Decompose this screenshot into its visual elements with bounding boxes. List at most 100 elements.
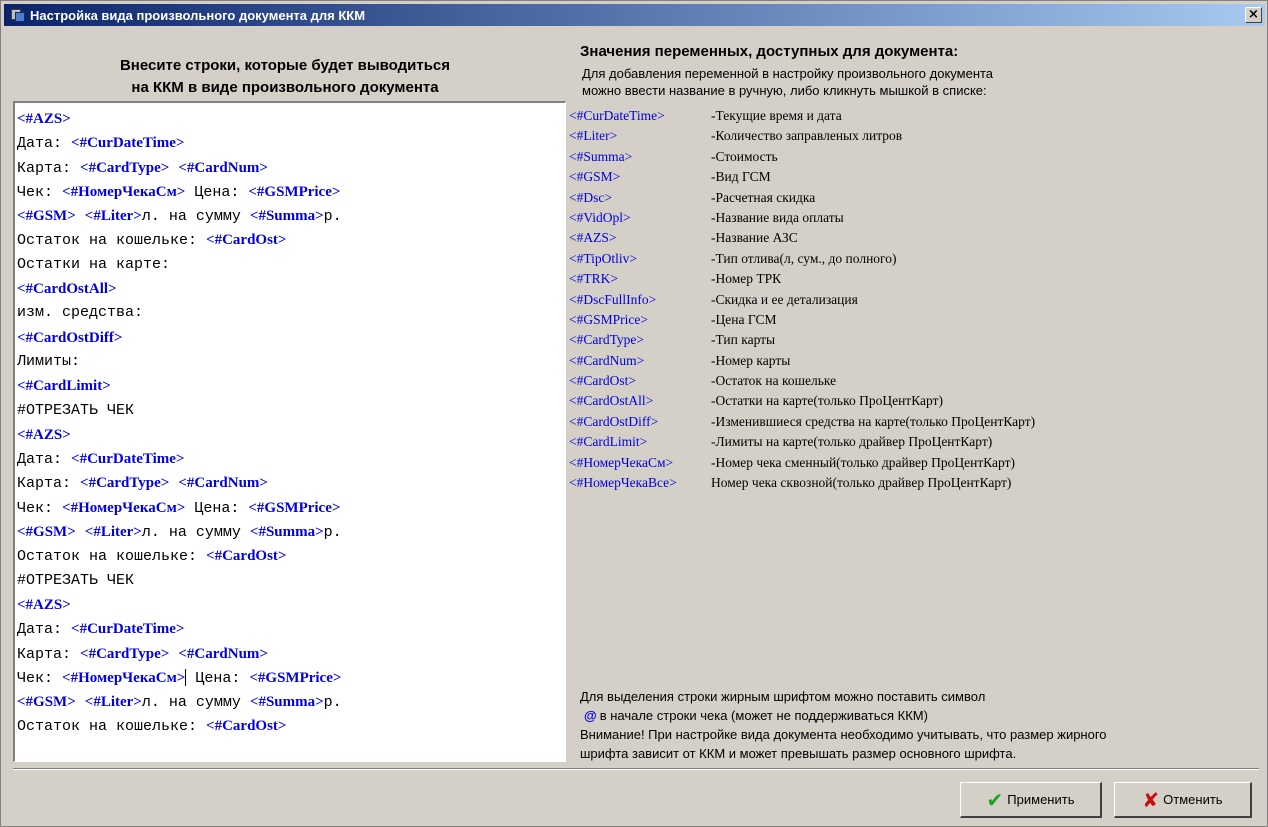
variable-description: -Вид ГСМ: [711, 169, 771, 185]
editor-line[interactable]: <#GSM> <#Liter>л. на сумму <#Summa>р.: [17, 520, 565, 544]
variables-list[interactable]: <#CurDateTime> -Текущие время и дата <#Lit…: [569, 106, 1259, 493]
variable-token: <#CardType>: [80, 475, 170, 492]
document-template-editor[interactable]: <#AZS> Дата: <#CurDateTime> Карта: <#CardT…: [13, 101, 566, 762]
cancel-button[interactable]: ✘ Отменить: [1114, 782, 1252, 818]
variable-description: -Количество заправленых литров: [711, 128, 903, 144]
editor-text: Дата:: [17, 451, 72, 469]
variable-item[interactable]: <#CardOstAll> -Остатки на карте(только Пр…: [569, 391, 1259, 411]
editor-line[interactable]: Карта: <#CardType> <#CardNum>: [17, 156, 565, 180]
variable-item[interactable]: <#Liter> -Количество заправленых литров: [569, 126, 1259, 146]
variable-description: -Стоимость: [711, 148, 778, 164]
editor-text: Карта:: [17, 159, 81, 177]
variable-item[interactable]: <#CardLimit> -Лимиты на карте(только драй…: [569, 432, 1259, 452]
variable-description: -Расчетная скидка: [711, 189, 816, 205]
variable-item[interactable]: <#AZS> -Название АЗС: [569, 228, 1259, 248]
variable-name: <#CurDateTime>: [569, 108, 665, 123]
editor-text: Карта:: [17, 475, 81, 493]
editor-line[interactable]: Дата: <#CurDateTime>: [17, 131, 565, 155]
variables-instructions-line2: можно ввести название в ручную, либо кли…: [582, 83, 987, 98]
editor-text: изм. средства:: [17, 304, 144, 322]
editor-line[interactable]: Остатки на карте:: [17, 253, 565, 277]
variable-name: <#CardOstAll>: [569, 393, 654, 409]
variable-item[interactable]: <#Summa> -Стоимость: [569, 147, 1259, 167]
editor-text: [76, 524, 85, 541]
variable-token: <#Summa>: [249, 208, 324, 225]
note-line3: Внимание! При настройке вида документа н…: [580, 727, 1107, 742]
editor-line[interactable]: Остаток на кошельке: <#CardOst>: [17, 544, 565, 568]
editor-text: р.: [323, 694, 342, 712]
variable-description: -Изменившиеся средства на карте(только П…: [711, 413, 1036, 429]
variable-item[interactable]: <#CardOst> -Остаток на кошельке: [569, 371, 1259, 391]
editor-line[interactable]: изм. средства:: [17, 301, 565, 325]
variable-item[interactable]: <#CardNum> -Номер карты: [569, 351, 1259, 371]
variable-token: <#CardNum>: [178, 159, 268, 176]
editor-line[interactable]: <#CardOstAll>: [17, 277, 565, 301]
editor-heading-line1: Внесите строки, которые будет выводиться: [119, 57, 451, 74]
variable-name: <#CardOstDiff>: [569, 413, 659, 429]
editor-line[interactable]: Карта: <#CardType> <#CardNum>: [17, 642, 565, 666]
variable-item[interactable]: <#НомерЧекаВсе> Номер чека сквозной(тольк…: [569, 473, 1259, 493]
variable-name: <#Liter>: [569, 128, 618, 144]
variables-heading: Значения переменных, доступных для докум…: [580, 43, 959, 60]
variable-description: -Текущие время и дата: [711, 108, 842, 123]
close-button[interactable]: ×: [1245, 7, 1262, 23]
editor-line[interactable]: Дата: <#CurDateTime>: [17, 617, 565, 641]
variable-item[interactable]: <#Dsc> -Расчетная скидка: [569, 188, 1259, 208]
variables-instructions-line1: Для добавления переменной в настройку пр…: [582, 66, 994, 81]
variable-token: <#CardType>: [80, 645, 170, 662]
editor-line[interactable]: <#AZS>: [17, 107, 565, 131]
editor-line[interactable]: Чек: <#НомерЧекаСм> Цена: <#GSMPrice>: [17, 180, 565, 204]
variable-token: <#НомерЧекаСм>: [62, 183, 186, 200]
editor-line[interactable]: Остаток на кошельке: <#CardOst>: [17, 714, 565, 738]
check-icon: ✔: [986, 787, 1004, 812]
variable-name: <#GSM>: [569, 169, 621, 185]
variable-description: -Остатки на карте(только ПроЦентКарт): [711, 393, 943, 409]
editor-line[interactable]: Лимиты:: [17, 350, 565, 374]
editor-text: [76, 208, 85, 225]
editor-line[interactable]: <#AZS>: [17, 423, 565, 447]
variable-item[interactable]: <#VidOpl> -Название вида оплаты: [569, 208, 1259, 228]
editor-line[interactable]: Карта: <#CardType> <#CardNum>: [17, 471, 565, 495]
variable-name: <#GSMPrice>: [569, 311, 648, 327]
editor-line[interactable]: #ОТРЕЗАТЬ ЧЕК: [17, 399, 565, 423]
variable-item[interactable]: <#DscFullInfo> -Скидка и ее детализация: [569, 290, 1259, 310]
variable-description: -Скидка и ее детализация: [711, 291, 858, 307]
variable-description: -Номер карты: [711, 352, 791, 368]
variable-name: <#Dsc>: [569, 189, 612, 205]
editor-heading-line2: на ККМ в виде произвольного документа: [131, 79, 439, 96]
variable-token: <#GSM>: [17, 524, 76, 541]
editor-line[interactable]: <#GSM> <#Liter>л. на сумму <#Summa>р.: [17, 204, 565, 228]
variable-item[interactable]: <#CurDateTime> -Текущие время и дата: [569, 106, 1259, 126]
variable-item[interactable]: <#TRK> -Номер ТРК: [569, 269, 1259, 289]
apply-button[interactable]: ✔ Применить: [960, 782, 1102, 818]
variable-token: <#CardOst>: [206, 718, 287, 735]
variable-item[interactable]: <#GSM> -Вид ГСМ: [569, 167, 1259, 187]
editor-line[interactable]: Чек: <#НомерЧекаСм> Цена: <#GSMPrice>: [17, 496, 565, 520]
variable-name: <#НомерЧекаСм>: [569, 454, 674, 470]
editor-line[interactable]: <#GSM> <#Liter>л. на сумму <#Summa>р.: [17, 690, 565, 714]
editor-text: Остаток на кошельке:: [17, 718, 207, 736]
editor-text: [76, 694, 85, 711]
variable-item[interactable]: <#CardType> -Тип карты: [569, 330, 1259, 350]
variable-token: <#Summa>: [249, 694, 324, 711]
note-line4: шрифта зависит от ККМ и может превышать …: [580, 746, 1017, 761]
variable-token: <#Liter>: [84, 694, 142, 711]
variable-item[interactable]: <#GSMPrice> -Цена ГСМ: [569, 310, 1259, 330]
editor-line[interactable]: <#CardLimit>: [17, 374, 565, 398]
editor-text: л. на сумму: [141, 524, 250, 542]
variable-item[interactable]: <#CardOstDiff> -Изменившиеся средства на …: [569, 412, 1259, 432]
editor-line[interactable]: <#AZS>: [17, 593, 565, 617]
editor-text: Чек:: [17, 499, 63, 517]
editor-line[interactable]: #ОТРЕЗАТЬ ЧЕК: [17, 569, 565, 593]
variable-token: <#НомерЧекаСм>: [62, 499, 186, 516]
editor-line[interactable]: Дата: <#CurDateTime>: [17, 447, 565, 471]
editor-text: Дата:: [17, 621, 72, 639]
editor-text: Цена:: [185, 183, 249, 201]
variable-token: <#Liter>: [84, 524, 142, 541]
editor-line[interactable]: Чек: <#НомерЧекаСм> Цена: <#GSMPrice>: [17, 666, 565, 690]
editor-line[interactable]: <#CardOstDiff>: [17, 326, 565, 350]
variable-token: <#AZS>: [17, 596, 71, 613]
variable-item[interactable]: <#TipOtliv> -Тип отлива(л, сум., до полно…: [569, 249, 1259, 269]
variable-item[interactable]: <#НомерЧекаСм> -Номер чека сменный(только…: [569, 453, 1259, 473]
editor-line[interactable]: Остаток на кошельке: <#CardOst>: [17, 228, 565, 252]
